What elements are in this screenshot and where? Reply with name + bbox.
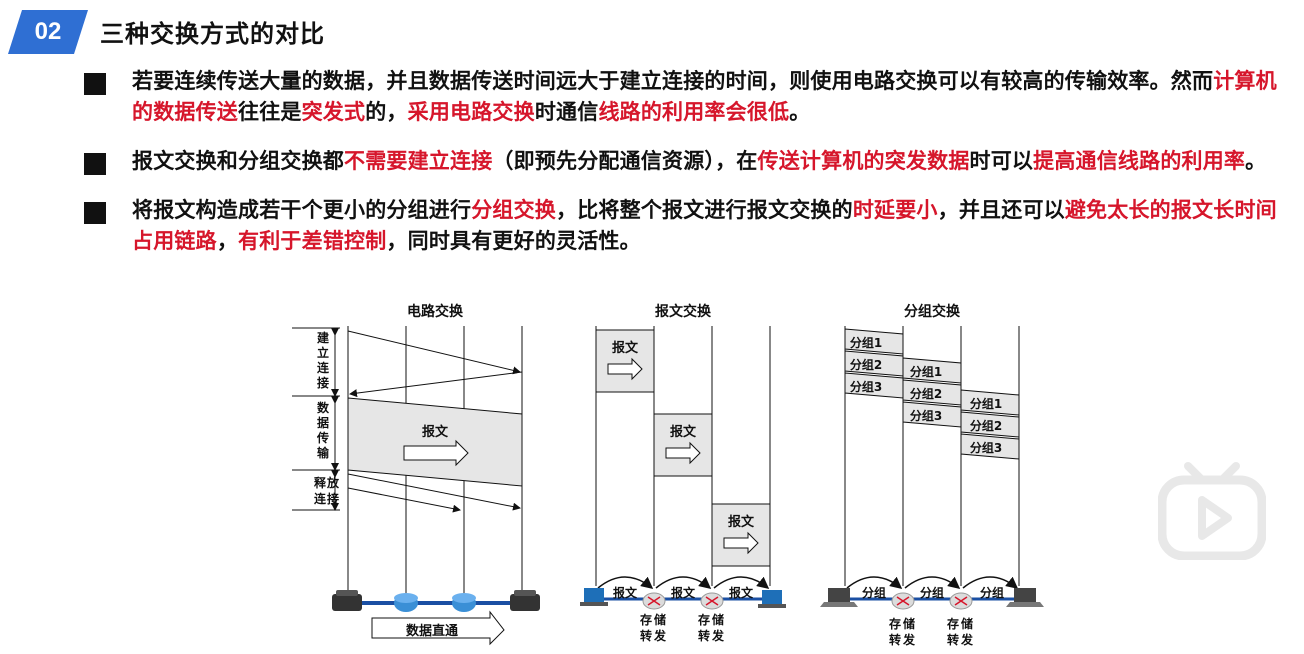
packet-hop-label: 分组: [862, 585, 886, 600]
emphasis-text: 突发式: [301, 100, 366, 124]
router-icon: [642, 592, 666, 610]
packet-hop-label: 分组: [980, 585, 1004, 600]
store-forward-label: 存储转发: [946, 616, 974, 647]
body-text: 。: [789, 100, 811, 124]
circuit-switching-panel: 电路交换 建立连接 数据传输 释放连接 报文 数据直通: [292, 303, 540, 646]
packet-switching-panel: 分组交换 分组1 分组2 分组3 分组1 分组2 分组3 分组1 分组2 分组3…: [820, 303, 1044, 647]
emphasis-text: 采用电路交换: [407, 100, 535, 124]
emphasis-text: 分组交换: [471, 198, 557, 222]
emphasis-text: 有利于差错控制: [238, 229, 387, 253]
store-forward-label: 存储转发: [697, 612, 725, 643]
bullet-list: 若要连续传送大量的数据，并且数据传送时间远大于建立连接的时间，则使用电路交换可以…: [84, 66, 1294, 275]
slide-title: 三种交换方式的对比: [100, 20, 325, 48]
phase-release-label: 释放连接: [314, 475, 340, 506]
phase-setup-label: 建立连接: [316, 330, 330, 390]
bullet-text: 报文交换和分组交换都不需要建立连接（即预先分配通信资源），在传送计算机的突发数据…: [132, 146, 1294, 177]
bullet-text: 将报文构造成若干个更小的分组进行分组交换，比将整个报文进行报文交换的时延要小，并…: [132, 195, 1294, 257]
body-text: 报文交换和分组交换都: [132, 149, 344, 173]
circuit-message-label: 报文: [422, 424, 449, 440]
body-text: ，比将整个报文进行报文交换的: [556, 198, 853, 222]
body-text: ，同时具有更好的灵活性。: [386, 229, 641, 253]
message-hop-label: 报文: [729, 585, 754, 600]
router-icon: [452, 593, 476, 612]
packet-hop-label: 分组: [920, 585, 944, 600]
bullet-square-icon: [84, 73, 106, 95]
circuit-title: 电路交换: [407, 303, 464, 320]
bullet-square-icon: [84, 153, 106, 175]
message-block-label: 报文: [728, 514, 755, 530]
bullet-text: 若要连续传送大量的数据，并且数据传送时间远大于建立连接的时间，则使用电路交换可以…: [132, 66, 1294, 128]
store-forward-label: 存储转发: [888, 616, 916, 647]
router-icon: [394, 593, 418, 612]
body-text: 。: [1245, 149, 1267, 173]
message-block-label: 报文: [670, 424, 697, 440]
bullet-square-icon: [84, 202, 106, 224]
router-icon: [891, 592, 915, 610]
packet-label: 分组3: [910, 408, 942, 423]
tv-play-watermark-icon: [1157, 460, 1267, 561]
body-text: 的，: [365, 100, 408, 124]
packet-label: 分组2: [910, 386, 942, 401]
body-text: 往往是: [238, 100, 302, 124]
store-forward-label: 存储转发: [639, 612, 667, 643]
router-icon: [949, 592, 973, 610]
switching-comparison-diagram: 电路交换 建立连接 数据传输 释放连接 报文 数据直通 报文交换 报文 报文 报…: [280, 296, 1060, 648]
packet-label: 分组2: [850, 357, 882, 372]
packet-label: 分组1: [850, 335, 882, 350]
message-hop-label: 报文: [613, 585, 638, 600]
body-text: （即预先分配通信资源），在: [492, 149, 758, 173]
computer-icon: [758, 590, 786, 608]
router-icon: [700, 592, 724, 610]
emphasis-text: 提高通信线路的利用率: [1033, 149, 1246, 173]
slide-header: 02 三种交换方式的对比: [0, 0, 1304, 62]
body-text: ，: [216, 229, 239, 253]
telephone-icon: [332, 590, 362, 611]
message-switching-panel: 报文交换 报文 报文 报文 报文 报文 报文 存 储转 发 存 储转 发: [580, 303, 786, 643]
packet-label: 分组1: [970, 396, 1002, 411]
bullet-item: 将报文构造成若干个更小的分组进行分组交换，比将整个报文进行报文交换的时延要小，并…: [84, 195, 1294, 257]
section-badge: 02: [8, 10, 88, 54]
body-text: 时通信: [534, 100, 599, 124]
body-text: 时可以: [969, 149, 1034, 173]
message-block-label: 报文: [612, 340, 639, 356]
emphasis-text: 时延要小: [852, 198, 938, 222]
bullet-item: 报文交换和分组交换都不需要建立连接（即预先分配通信资源），在传送计算机的突发数据…: [84, 146, 1294, 177]
packet-label: 分组2: [970, 418, 1002, 433]
packet-label: 分组3: [970, 440, 1002, 455]
direct-label: 数据直通: [406, 623, 458, 639]
emphasis-text: 不需要建立连接: [344, 149, 493, 173]
packet-switching-title: 分组交换: [904, 303, 961, 320]
body-text: ，并且还可以: [937, 198, 1065, 222]
body-text: 将报文构造成若干个更小的分组进行: [132, 198, 472, 222]
message-hop-label: 报文: [671, 585, 696, 600]
body-text: 若要连续传送大量的数据，并且数据传送时间远大于建立连接的时间，则使用电路交换可以…: [132, 69, 1214, 93]
emphasis-text: 传送计算机的突发数据: [757, 149, 970, 173]
packet-label: 分组3: [850, 379, 882, 394]
message-switching-title: 报文交换: [655, 303, 712, 320]
computer-icon: [580, 588, 608, 606]
phase-transfer-label: 数据传输: [316, 400, 330, 460]
emphasis-text: 线路的利用率会很低: [598, 100, 790, 124]
telephone-icon: [510, 590, 540, 611]
bullet-item: 若要连续传送大量的数据，并且数据传送时间远大于建立连接的时间，则使用电路交换可以…: [84, 66, 1294, 128]
packet-label: 分组1: [910, 364, 942, 379]
